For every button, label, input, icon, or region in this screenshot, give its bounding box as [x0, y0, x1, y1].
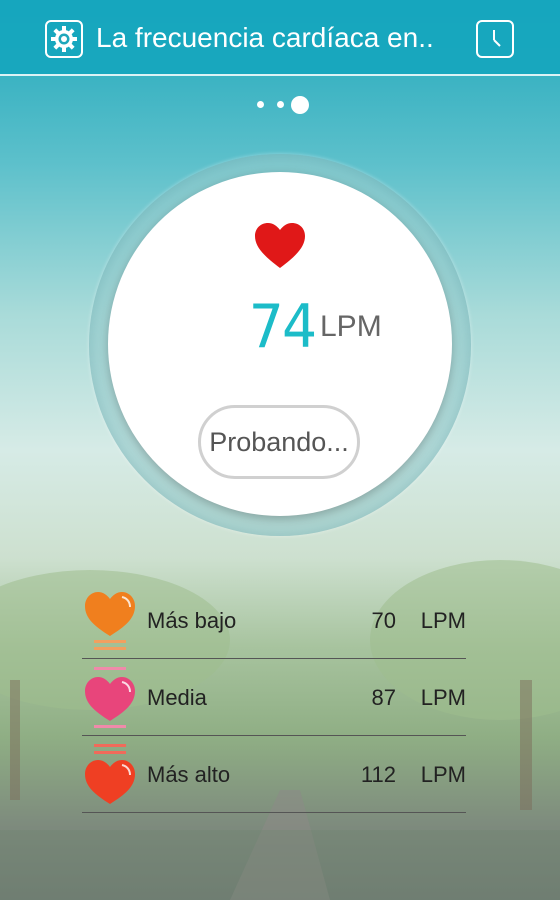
stat-row-average: Media 87 LPM	[82, 659, 466, 736]
page-dot-active[interactable]	[291, 96, 309, 114]
history-button[interactable]	[476, 20, 514, 58]
heart-avg-icon	[85, 667, 135, 728]
stat-unit: LPM	[420, 608, 466, 633]
stat-unit: LPM	[420, 762, 466, 787]
stat-label: Más bajo	[147, 608, 237, 633]
stat-value: 112	[360, 762, 396, 787]
stat-label: Media	[147, 685, 207, 710]
stat-row-lowest: Más bajo 70 LPM	[82, 582, 466, 659]
page-dot[interactable]	[257, 101, 264, 108]
stat-row-highest: Más alto 112 LPM	[82, 736, 466, 813]
app-title: La frecuencia cardíaca en..	[96, 22, 434, 53]
stat-unit: LPM	[420, 685, 466, 710]
gear-icon	[51, 26, 77, 52]
bpm-value: 74	[248, 292, 317, 362]
clock-icon	[493, 30, 501, 47]
page-indicator	[0, 94, 560, 116]
bpm-unit: LPM	[320, 310, 382, 343]
stat-label: Más alto	[147, 762, 231, 787]
heart-high-icon	[85, 744, 135, 804]
measure-status-button[interactable]: Probando...	[198, 405, 360, 479]
page-dot[interactable]	[277, 101, 284, 108]
stats-list: Más bajo 70 LPM Media 87 LPM Más alto 11…	[82, 582, 466, 813]
settings-button[interactable]	[45, 20, 83, 58]
heart-icon	[255, 223, 305, 268]
app-bar: La frecuencia cardíaca en..	[0, 0, 560, 76]
stat-value: 70	[371, 608, 396, 633]
heart-low-icon	[85, 592, 135, 650]
stat-value: 87	[371, 685, 396, 710]
